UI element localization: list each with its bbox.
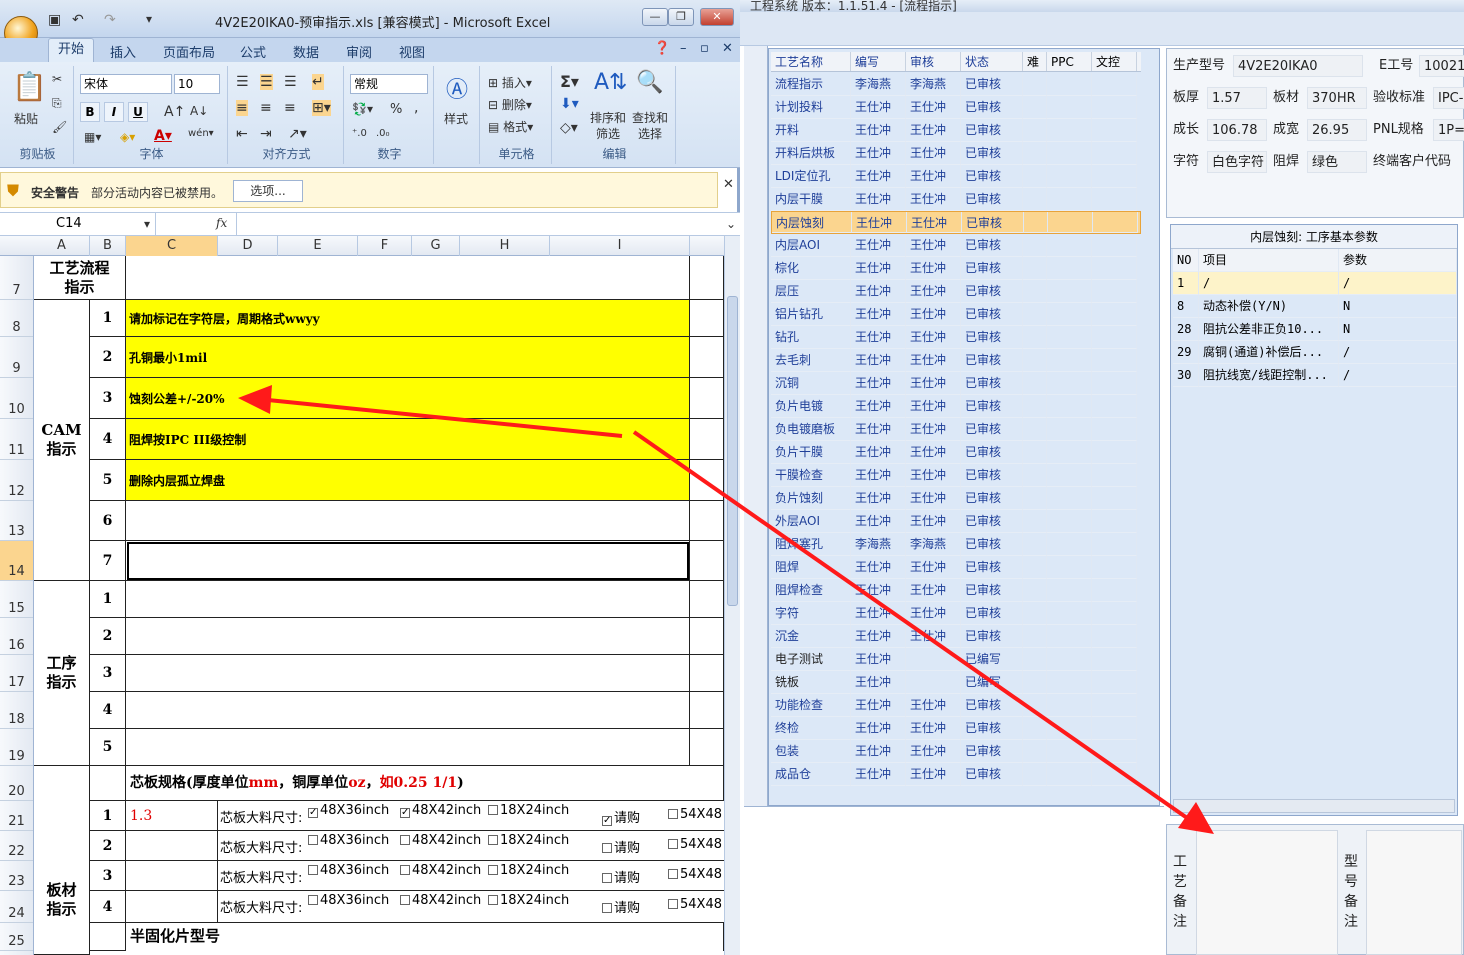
annotation-arrows xyxy=(238,385,1214,834)
arrowhead-right xyxy=(1178,802,1214,834)
arrow-to-cam-item xyxy=(267,398,623,438)
arrowhead-left xyxy=(238,385,272,414)
arrow-to-memo xyxy=(632,430,1192,822)
